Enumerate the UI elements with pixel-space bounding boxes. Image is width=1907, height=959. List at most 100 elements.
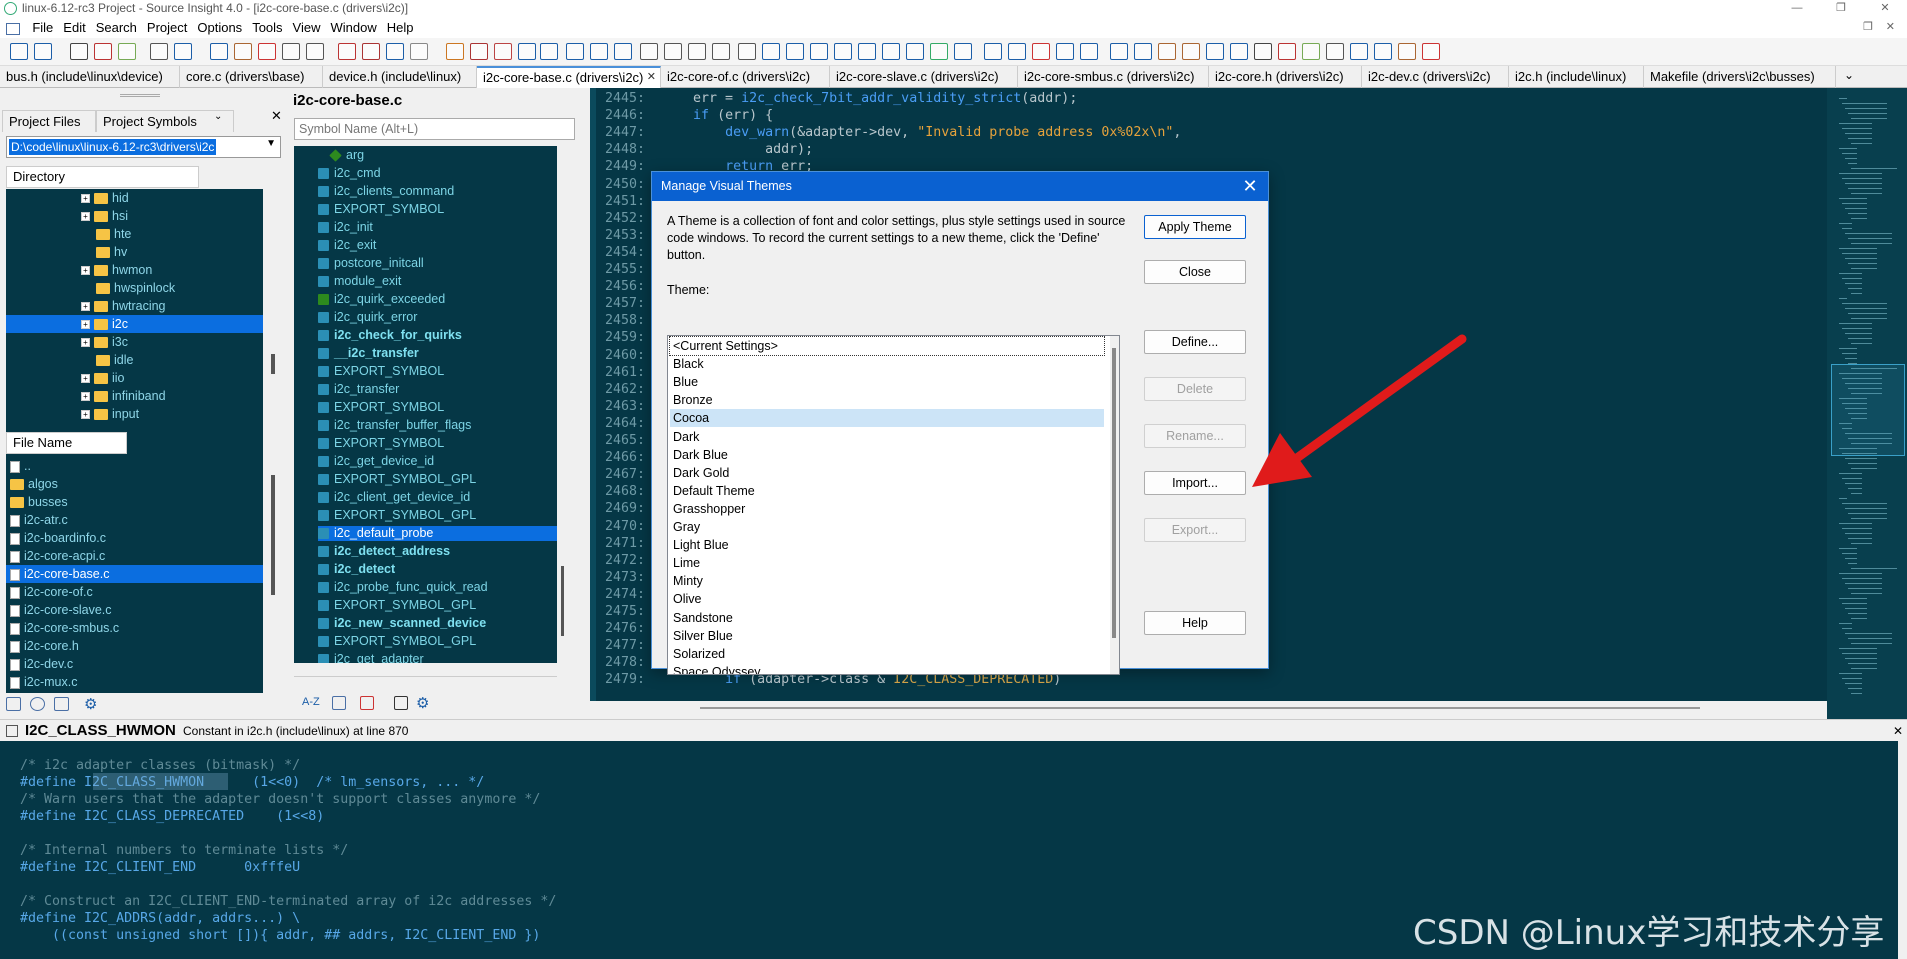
tab-i2c-core-smbus-c[interactable]: i2c-core-smbus.c (drivers\i2c) [1018,66,1209,88]
theme-item[interactable]: Solarized [670,645,1104,663]
directory-item[interactable]: + hid [6,189,263,207]
theme-item[interactable]: Default Theme [670,482,1104,500]
toolbar-button-icon[interactable] [984,43,1002,60]
toolbar-button-icon[interactable] [10,43,28,60]
toolbar-button-icon[interactable] [540,43,558,60]
toolbar-button-icon[interactable] [386,43,404,60]
theme-item[interactable]: Gray [670,518,1104,536]
tab-device-h[interactable]: device.h (include\linux) [323,66,477,88]
symbol-list[interactable]: arg i2c_cmd i2c_clients_command EXPORT_SYMB… [294,146,557,663]
file-item[interactable]: i2c-core-smbus.c [6,619,263,637]
path-combo[interactable]: D:\code\linux\linux-6.12-rc3\drivers\i2c… [6,136,281,158]
directory-item[interactable]: + hwmon [6,261,263,279]
toolbar-button-icon[interactable] [410,43,428,60]
toolbar-button-icon[interactable] [738,43,756,60]
toolbar-button-icon[interactable] [566,43,584,60]
menu-tools[interactable]: Tools [247,17,287,38]
toolbar-button-icon[interactable] [1278,43,1296,60]
theme-item[interactable]: Lime [670,554,1104,572]
close-window-icon[interactable]: ✕ [1863,0,1907,17]
tab-close-icon[interactable]: ✕ [647,68,656,87]
book-icon[interactable] [394,696,408,710]
expand-icon[interactable]: + [81,212,90,222]
symbol-item[interactable]: postcore_initcall [318,256,424,271]
symbol-item[interactable]: EXPORT_SYMBOL_GPL [318,472,476,487]
toolbar-button-icon[interactable] [470,43,488,60]
symbol-item[interactable]: EXPORT_SYMBOL [318,202,444,217]
file-item[interactable]: i2c-core-base.c [6,565,263,583]
file-item[interactable]: i2c-core-acpi.c [6,547,263,565]
help-button[interactable]: Help [1144,611,1246,635]
define-button[interactable]: Define... [1144,330,1246,354]
toolbar-button-icon[interactable] [446,43,464,60]
toolbar-button-icon[interactable] [810,43,828,60]
directory-item[interactable]: hv [6,243,263,261]
toolbar-button-icon[interactable] [712,43,730,60]
toolbar-button-icon[interactable] [70,43,88,60]
symbol-item[interactable]: EXPORT_SYMBOL [318,364,444,379]
symbol-item[interactable]: arg [329,148,364,163]
toolbar-button-icon[interactable] [614,43,632,60]
file-item[interactable]: i2c-atr.c [6,511,263,529]
toolbar-button-icon[interactable] [1056,43,1074,60]
toolbar-button-icon[interactable] [906,43,924,60]
toolbar-button-icon[interactable] [34,43,52,60]
menu-window[interactable]: Window [326,17,382,38]
toolbar-button-icon[interactable] [640,43,658,60]
theme-item[interactable]: Dark Gold [670,464,1104,482]
toolbar-button-icon[interactable] [1350,43,1368,60]
symbol-item[interactable]: i2c_detect [318,562,395,577]
symbol-item[interactable]: i2c_get_adapter [318,652,424,663]
file-item[interactable]: i2c-core-of.c [6,583,263,601]
toolbar-button-icon[interactable] [1302,43,1320,60]
directory-item[interactable]: + i2c [6,315,263,333]
theme-item[interactable]: Black [670,355,1104,373]
menu-search[interactable]: Search [91,17,142,38]
theme-item[interactable]: Sandstone [670,609,1104,627]
directory-item[interactable]: + input [6,405,263,423]
close-button[interactable]: Close [1144,260,1246,284]
system-menu-icon[interactable] [6,22,20,35]
symbol-item[interactable]: i2c_transfer_buffer_flags [318,418,471,433]
theme-item[interactable]: Olive [670,590,1104,608]
toolbar-button-icon[interactable] [882,43,900,60]
file-item[interactable]: i2c-mux.c [6,673,263,691]
symbol-item[interactable]: i2c_init [318,220,373,235]
file-name-header[interactable]: File Name [6,432,127,454]
symbol-item[interactable]: EXPORT_SYMBOL_GPL [318,598,476,613]
mdi-close-icon[interactable]: ✕ [1886,17,1895,38]
toolbar-button-icon[interactable] [1182,43,1200,60]
symbol-item[interactable]: i2c_get_device_id [318,454,434,469]
toolbar-button-icon[interactable] [234,43,252,60]
file-item[interactable]: .. [6,457,263,475]
theme-item[interactable]: Cocoa [670,409,1104,428]
theme-list[interactable]: <Current Settings> Black Blue Bronze Cocoa Da… [667,335,1120,675]
file-item[interactable]: i2c-boardinfo.c [6,529,263,547]
directory-header[interactable]: Directory [6,166,199,188]
list-icon[interactable] [54,697,69,711]
theme-item[interactable]: Dark [670,428,1104,446]
pane-close-icon[interactable]: ✕ [271,108,282,124]
symbol-item[interactable]: i2c_check_for_quirks [318,328,462,343]
delete-button[interactable]: Delete [1144,377,1246,401]
menu-file[interactable]: File [27,17,58,38]
editor-hscrollbar[interactable] [590,701,1827,719]
toolbar-button-icon[interactable] [338,43,356,60]
toolbar-button-icon[interactable] [1110,43,1128,60]
minimap-viewport[interactable] [1831,364,1905,456]
symbol-hscrollbar[interactable] [294,676,557,688]
chevron-down-icon[interactable]: ▼ [266,138,276,149]
file-item[interactable]: i2c-dev.c [6,655,263,673]
symbol-item[interactable]: EXPORT_SYMBOL [318,436,444,451]
theme-item[interactable]: Dark Blue [670,446,1104,464]
file-item[interactable]: i2c-core-slave.c [6,601,263,619]
symbol-item[interactable]: i2c_default_probe [318,526,557,541]
toolbar-button-icon[interactable] [362,43,380,60]
tab-project-files[interactable]: Project Files [2,110,96,132]
maximize-icon[interactable]: ❐ [1819,0,1863,17]
tab-i2c-dev-c[interactable]: i2c-dev.c (drivers\i2c) [1362,66,1509,88]
file-item[interactable]: i2c-core.h [6,637,263,655]
gear-icon[interactable]: ⚙ [416,694,429,712]
symbol-item[interactable]: EXPORT_SYMBOL [318,400,444,415]
symbol-item[interactable]: EXPORT_SYMBOL_GPL [318,508,476,523]
